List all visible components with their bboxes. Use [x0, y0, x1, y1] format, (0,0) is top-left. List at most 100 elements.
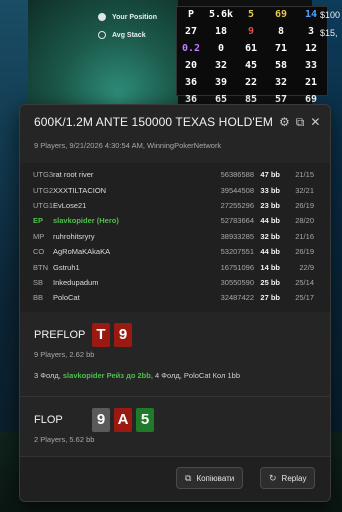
player-name: ruhrohitsryry — [53, 231, 95, 241]
hud-stat-cell: 18 — [214, 26, 228, 37]
playing-card: 5 — [136, 407, 154, 432]
player-stack-bb: 33 bb — [260, 185, 280, 195]
player-position: UTG2 — [33, 185, 54, 195]
player-row: CO AgRoMaKAkaKA 53207551 44 bb 26/19 — [20, 244, 330, 259]
hud-value: $100 — [319, 10, 340, 20]
hud-right-values: $100 $15, — [320, 10, 340, 46]
player-stats: 32/21 — [295, 185, 314, 195]
street-summary: 9 Players, 2.62 bb — [34, 349, 95, 359]
hud-stat-cell: 8 — [277, 26, 285, 37]
player-name: AgRoMaKAkaKA — [53, 247, 111, 257]
player-position: BB — [33, 293, 44, 303]
close-icon[interactable]: ✕ — [310, 112, 320, 132]
player-stack-bb: 23 bb — [260, 200, 280, 210]
hud-stat-cell: 71 — [274, 43, 288, 54]
player-name: PoloCat — [53, 293, 80, 303]
player-row: BTN Gstruh1 16751096 14 bb 22/9 — [20, 259, 330, 274]
toggle-avg-stack[interactable]: Avg Stack — [98, 26, 188, 44]
action-text: 3 Фолд, — [34, 370, 63, 380]
dialog-header: 600K/1.2M ANTE 150000 TEXAS HOLD'EM ⚙ ⧉ … — [20, 105, 330, 139]
player-row: SB Inkedupadum 30550590 25 bb 25/14 — [20, 275, 330, 290]
player-stats: 22/9 — [299, 262, 314, 272]
street-actions: 3 Фолд, slavkopider Рейз до 2bb, 4 Фолд,… — [34, 370, 316, 382]
radio-icon — [98, 13, 106, 21]
hud-stat-cell: P — [187, 9, 195, 20]
copy-icon: ⧉ — [185, 472, 192, 483]
toggle-your-position[interactable]: Your Position — [98, 8, 188, 26]
hud-stat-cell: 21 — [304, 77, 318, 88]
replay-button[interactable]: ↻ Replay — [260, 467, 316, 489]
player-name: slavkopider (Hero) — [53, 216, 119, 226]
player-position: SB — [33, 277, 44, 287]
hud-stat-cell: 69 — [274, 9, 288, 20]
player-stack-bb: 25 bb — [260, 277, 280, 287]
player-stack-bb: 44 bb — [260, 247, 280, 257]
preflop-section: PREFLOP T9 9 Players, 2.62 bb 3 Фолд, sl… — [20, 312, 330, 382]
player-position: EP — [33, 216, 44, 226]
player-stack: 16751096 — [220, 262, 254, 272]
hand-history-dialog: 600K/1.2M ANTE 150000 TEXAS HOLD'EM ⚙ ⧉ … — [19, 104, 331, 502]
player-stack: 53207551 — [220, 247, 254, 257]
hud-stat-cell: 58 — [274, 60, 288, 71]
player-name: XXXTILTACION — [53, 185, 107, 195]
dialog-title: 600K/1.2M ANTE 150000 TEXAS HOLD'EM — [34, 115, 274, 129]
player-stats: 25/14 — [295, 277, 314, 287]
hud-stat-cell: 5.6k — [208, 9, 234, 20]
player-position: UTG3 — [33, 170, 54, 180]
playing-card: T — [92, 322, 110, 347]
player-stats: 26/19 — [295, 200, 314, 210]
hud-toggles: Your Position Avg Stack — [98, 8, 188, 44]
hud-stat-cell: 5 — [247, 9, 255, 20]
player-row: EP slavkopider (Hero) 52783664 44 bb 28/20 — [20, 213, 330, 228]
player-stack: 30550590 — [220, 277, 254, 287]
dialog-subtitle: 9 Players, 9/21/2026 4:30:54 AM, Winning… — [34, 141, 222, 150]
hud-stat-cell: 20 — [184, 60, 198, 71]
hud-stat-cell: 22 — [244, 77, 258, 88]
playing-card: 9 — [114, 322, 132, 347]
players-table: UTG3 rat root river 56386588 47 bb 21/15 UTG2… — [20, 163, 330, 312]
player-name: Inkedupadum — [53, 277, 99, 287]
player-stack-bb: 47 bb — [260, 170, 280, 180]
hud-stat-cell: 0.2 — [181, 43, 201, 54]
hud-stat-cell: 27 — [184, 26, 198, 37]
hud-stat-cell: 33 — [304, 60, 318, 71]
action-text: , 4 Фолд, PoloCat Кол 1bb — [150, 370, 241, 380]
player-row: UTG2 XXXTILTACION 39544508 33 bb 32/21 — [20, 182, 330, 197]
street-name: FLOP — [34, 413, 63, 426]
player-stack-bb: 32 bb — [260, 231, 280, 241]
player-stats: 21/15 — [295, 170, 314, 180]
hole-cards: T9 — [92, 322, 136, 347]
hud-stat-cell: 45 — [244, 60, 258, 71]
hero-action: slavkopider Рейз до 2bb — [62, 370, 151, 380]
playing-card: A — [114, 407, 132, 432]
hud-stat-cell: 61 — [244, 43, 258, 54]
hud-value: $15, — [319, 28, 338, 38]
restore-icon[interactable]: ⧉ — [296, 112, 305, 132]
player-position: BTN — [33, 262, 48, 272]
hud-stat-cell: 9 — [247, 26, 255, 37]
player-stats: 26/19 — [295, 247, 314, 257]
hud-stat-cell: 39 — [214, 77, 228, 88]
player-row: UTG3 rat root river 56386588 47 bb 21/15 — [20, 167, 330, 182]
hud-stat-cell: 32 — [214, 60, 228, 71]
player-stack: 56386588 — [220, 170, 254, 180]
gear-icon[interactable]: ⚙ — [279, 112, 290, 132]
dialog-footer: ⧉ Копіювати ↻ Replay — [20, 456, 330, 501]
playing-card: 9 — [92, 407, 110, 432]
player-stack: 52783664 — [220, 216, 254, 226]
player-stack-bb: 14 bb — [260, 262, 280, 272]
replay-icon: ↻ — [269, 472, 277, 483]
street-name: PREFLOP — [34, 328, 86, 341]
player-stats: 28/20 — [295, 216, 314, 226]
hud-stat-cell: 0 — [217, 43, 225, 54]
player-name: EvLose21 — [53, 200, 87, 210]
player-stack-bb: 27 bb — [260, 293, 280, 303]
copy-button[interactable]: ⧉ Копіювати — [176, 467, 244, 489]
player-stack: 39544508 — [220, 185, 254, 195]
player-row: BB PoloCat 32487422 27 bb 25/17 — [20, 290, 330, 305]
player-name: Gstruh1 — [53, 262, 80, 272]
player-stack-bb: 44 bb — [260, 216, 280, 226]
hud-stat-cell: 36 — [184, 77, 198, 88]
player-stack: 38933285 — [220, 231, 254, 241]
player-position: MP — [33, 231, 45, 241]
